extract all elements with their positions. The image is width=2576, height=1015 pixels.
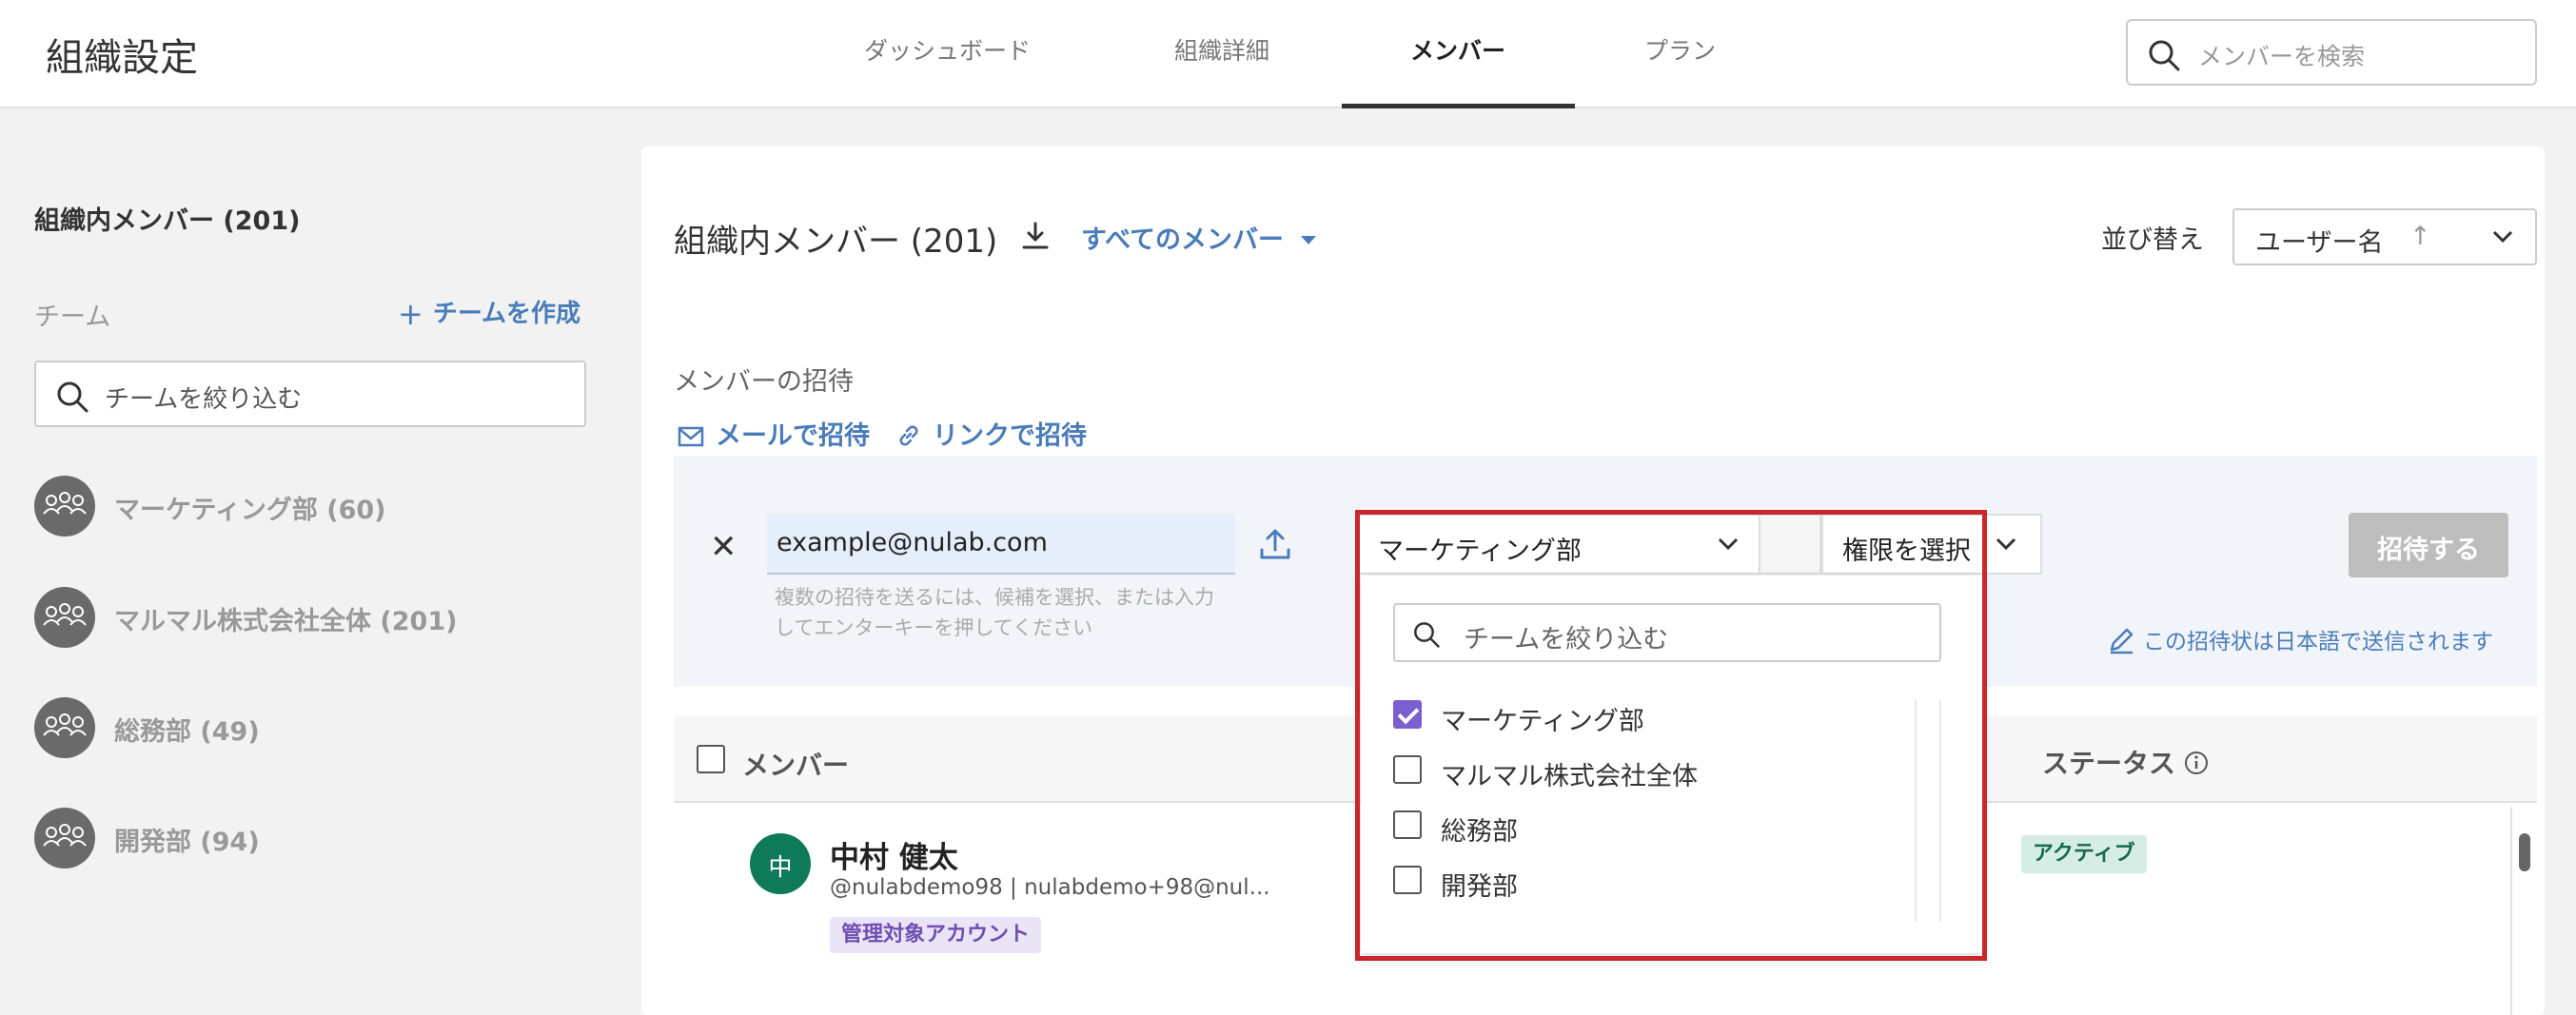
- scrollbar-thumb[interactable]: [2519, 833, 2530, 871]
- avatar-initial: 中: [768, 853, 793, 881]
- sort-value: ユーザー名: [2255, 228, 2384, 258]
- table-scrollbar[interactable]: [2510, 807, 2537, 1015]
- status-label: アクティブ: [2033, 842, 2135, 866]
- close-icon[interactable]: ✕: [710, 528, 737, 566]
- search-icon: [55, 380, 89, 418]
- active-tab-indicator: [1342, 104, 1575, 108]
- sidebar-team-name: 開発部 (94): [114, 828, 260, 857]
- checkbox[interactable]: [1393, 866, 1422, 894]
- caret-down-icon: [1301, 236, 1317, 244]
- invite-by-link-label: リンクで招待: [933, 421, 1087, 451]
- status-badge: アクティブ: [2021, 835, 2147, 873]
- team-icon: [34, 808, 95, 869]
- invite-submit-label: 招待する: [2377, 536, 2480, 565]
- invite-by-mail-tab[interactable]: メールで招待: [678, 415, 870, 452]
- dropdown-option-label: 開発部: [1441, 872, 1518, 902]
- checkbox[interactable]: [1393, 755, 1422, 784]
- pencil-icon: [2110, 628, 2134, 654]
- sidebar-team-name: マルマル株式会社全体 (201): [114, 607, 458, 636]
- info-icon: [2185, 751, 2209, 774]
- create-team-button[interactable]: + チームを作成: [398, 294, 580, 332]
- member-name[interactable]: 中村 健太: [830, 833, 958, 876]
- invite-section-label: メンバーの招待: [674, 367, 854, 397]
- invite-by-link-tab[interactable]: リンクで招待: [896, 415, 1087, 452]
- managed-account-badge: 管理対象アカウント: [830, 917, 1042, 953]
- invite-language-link[interactable]: この招待状は日本語で送信されます: [2107, 623, 2493, 655]
- member-filter-dropdown[interactable]: すべてのメンバー: [1081, 219, 1317, 256]
- mail-icon: [678, 426, 704, 447]
- dropdown-filter-placeholder: チームを絞り込む: [1464, 625, 1669, 654]
- team-filter-placeholder: チームを絞り込む: [105, 385, 303, 414]
- team-icon: [34, 476, 95, 537]
- team-icon: [34, 587, 95, 648]
- sort-select[interactable]: ユーザー名 ↑: [2232, 208, 2537, 265]
- sidebar-team-name: マーケティング部 (60): [114, 496, 386, 525]
- dropdown-team-filter-input[interactable]: チームを絞り込む: [1393, 603, 1941, 662]
- invite-email-value: example@nulab.com: [777, 528, 1048, 557]
- invite-role-select[interactable]: 権限を選択: [1821, 514, 2042, 575]
- invite-hint: してエンターキーを押してください: [775, 616, 1093, 639]
- column-header-status[interactable]: ステータス: [2042, 743, 2210, 781]
- invite-submit-button[interactable]: 招待する: [2349, 513, 2508, 577]
- page-title: 組織設定: [46, 36, 198, 80]
- sidebar-all-members[interactable]: 組織内メンバー (201): [34, 200, 300, 237]
- create-team-label: チームを作成: [432, 300, 581, 328]
- link-icon: [899, 425, 918, 446]
- chevron-down-icon: [2491, 229, 2514, 248]
- member-search-placeholder: メンバーを検索: [2198, 43, 2366, 70]
- dropdown-option-label: 総務部: [1441, 817, 1518, 847]
- checkbox-checked[interactable]: [1393, 700, 1422, 729]
- invite-by-mail-label: メールで招待: [716, 421, 870, 451]
- sort-direction-icon: ↑: [2409, 222, 2431, 251]
- sidebar-team-name: 総務部 (49): [114, 717, 260, 747]
- select-all-checkbox[interactable]: [697, 745, 725, 773]
- plus-icon: +: [398, 296, 423, 332]
- tab-org-details[interactable]: 組織詳細: [1174, 32, 1269, 67]
- upload-icon[interactable]: [1258, 527, 1292, 565]
- dropdown-option-label: マーケティング部: [1441, 707, 1644, 736]
- dropdown-option-label: マルマル株式会社全体: [1441, 762, 1698, 791]
- members-title: 組織内メンバー (201): [674, 223, 998, 261]
- checkbox[interactable]: [1393, 810, 1422, 839]
- invite-hint: 複数の招待を送るには、候補を選択、または入力: [775, 586, 1214, 609]
- invite-language-label: この招待状は日本語で送信されます: [2143, 630, 2493, 654]
- tab-plan[interactable]: プラン: [1644, 32, 1716, 67]
- tab-dashboard[interactable]: ダッシュボード: [864, 32, 1031, 67]
- column-header-member[interactable]: メンバー: [742, 745, 849, 783]
- member-search-input[interactable]: メンバーを検索: [2126, 19, 2537, 86]
- member-handle: @nulabdemo98 | nulabdemo+98@nul...: [830, 875, 1270, 900]
- team-icon: [34, 697, 95, 758]
- sidebar-team-heading: チーム: [34, 303, 111, 332]
- invite-role-value: 権限を選択: [1842, 537, 1971, 566]
- member-filter-label: すべてのメンバー: [1081, 225, 1285, 255]
- column-header-status-label: ステータス: [2042, 748, 2176, 779]
- chevron-down-icon: [1995, 537, 2017, 556]
- tab-members[interactable]: メンバー: [1410, 32, 1505, 67]
- top-header: 組織設定 ダッシュボード 組織詳細 メンバー プラン メンバーを検索: [0, 0, 2576, 108]
- search-icon: [1412, 620, 1441, 653]
- dropdown-scrollbar[interactable]: [1915, 699, 1941, 922]
- chevron-down-icon: [1717, 537, 1740, 556]
- download-icon[interactable]: [1020, 221, 1051, 255]
- sort-label: 並び替え: [2101, 225, 2204, 255]
- search-icon: [2147, 38, 2181, 76]
- managed-account-label: 管理対象アカウント: [841, 923, 1031, 947]
- avatar: 中: [750, 833, 811, 894]
- invite-team-select[interactable]: マーケティング部: [1355, 514, 1760, 575]
- invite-email-input[interactable]: example@nulab.com: [767, 514, 1235, 575]
- invite-team-value: マーケティング部: [1378, 537, 1582, 566]
- select-spacer: [1760, 514, 1821, 575]
- team-filter-input[interactable]: チームを絞り込む: [34, 361, 586, 427]
